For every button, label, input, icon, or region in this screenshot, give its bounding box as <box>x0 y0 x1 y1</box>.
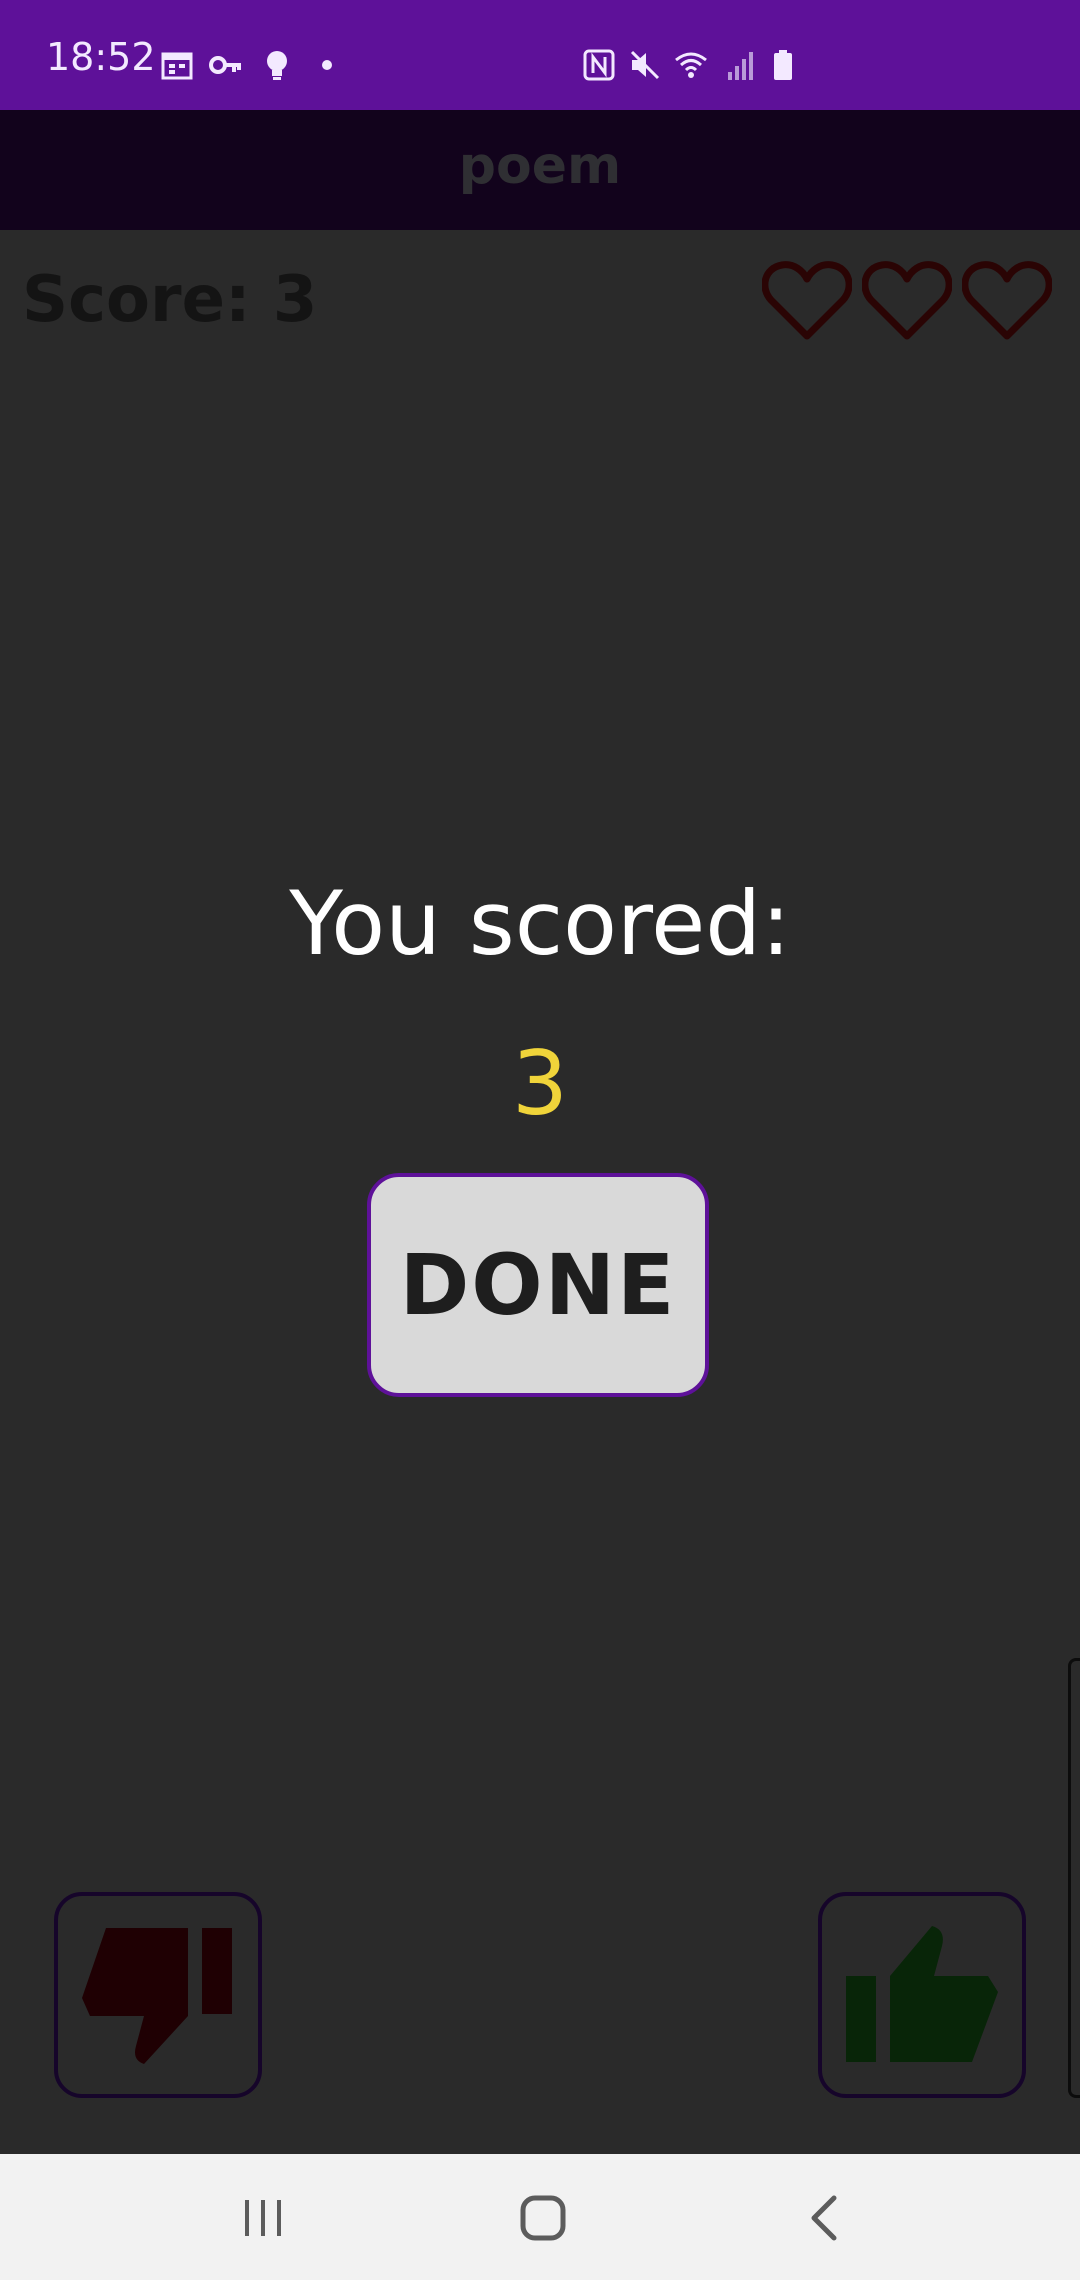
score-label: Score: 3 <box>22 263 318 337</box>
signal-icon <box>728 52 753 80</box>
dislike-button[interactable] <box>54 1892 262 2098</box>
heart-icon <box>762 261 852 340</box>
scroll-edge-handle[interactable] <box>1068 1658 1080 2098</box>
app-title: poem <box>458 136 622 196</box>
thumbs-up-icon <box>846 1926 998 2062</box>
status-time: 18:52 <box>46 35 156 79</box>
status-bar: 18:52 <box>0 0 1080 110</box>
home-icon[interactable] <box>513 2188 573 2248</box>
back-icon[interactable] <box>796 2188 856 2248</box>
dot-icon <box>322 60 332 70</box>
result-label: You scored: <box>289 872 791 975</box>
wifi-icon <box>675 52 707 78</box>
key-icon <box>209 56 241 74</box>
done-button[interactable]: DONE <box>367 1173 709 1397</box>
thumbs-down-icon <box>82 1928 232 2064</box>
heart-icon <box>862 261 952 340</box>
bulb-icon <box>267 51 287 80</box>
heart-icon <box>962 261 1052 340</box>
calendar-icon <box>161 52 193 80</box>
mute-icon <box>630 50 660 80</box>
navigation-bar <box>0 2154 1080 2280</box>
game-screen: 18:52 poem Score: 3 You scored: 3 DONE <box>0 0 1080 2280</box>
recents-icon[interactable] <box>233 2188 293 2248</box>
lives-indicator <box>762 258 1062 342</box>
nfc-icon <box>583 49 615 81</box>
battery-icon <box>774 50 792 80</box>
like-button[interactable] <box>818 1892 1026 2098</box>
app-bar: poem <box>0 110 1080 230</box>
result-value: 3 <box>512 1032 568 1135</box>
